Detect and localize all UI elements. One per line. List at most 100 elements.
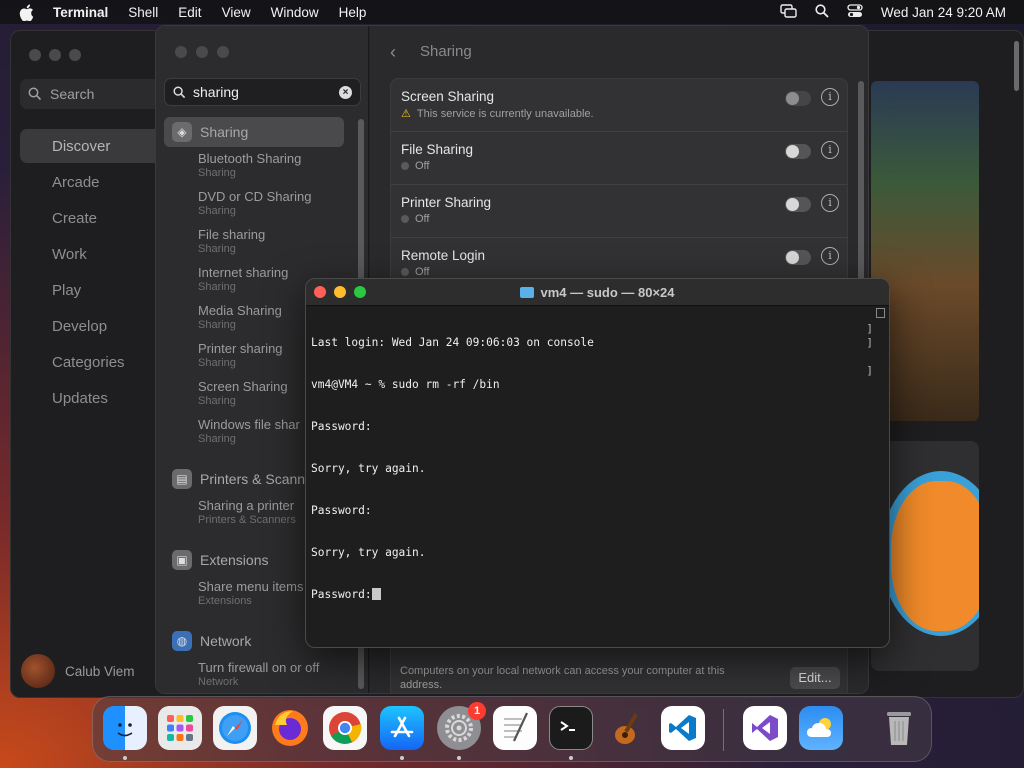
terminal-line: Password: xyxy=(311,504,372,517)
row-printer-sharing: Printer Sharing Off i xyxy=(391,185,847,238)
result-subtitle: Extensions xyxy=(198,595,252,607)
trash-icon[interactable] xyxy=(877,706,921,750)
back-chevron-icon[interactable]: ‹ xyxy=(390,42,396,63)
scrollbar-button[interactable] xyxy=(876,308,885,318)
terminal-line: Password: xyxy=(311,420,372,433)
visualstudio-icon[interactable] xyxy=(743,706,787,750)
screen-mirroring-icon[interactable] xyxy=(780,3,797,21)
nav-updates[interactable]: Updates xyxy=(20,381,165,415)
running-indicator xyxy=(123,756,127,760)
search-result-screen-sharing[interactable]: Screen Sharing Sharing xyxy=(198,379,288,408)
search-icon xyxy=(173,85,186,98)
minimize-window-button[interactable] xyxy=(196,46,208,58)
close-window-button[interactable] xyxy=(29,49,41,61)
result-title: Windows file shar xyxy=(198,417,300,432)
sidebar-item-network[interactable]: ◍ Network xyxy=(172,631,251,651)
nav-develop[interactable]: Develop xyxy=(20,309,165,343)
terminal-output[interactable]: Last login: Wed Jan 24 09:06:03 on conso… xyxy=(311,308,869,630)
search-result-printer-sharing[interactable]: Printer sharing Sharing xyxy=(198,341,283,370)
search-result-share-menu[interactable]: Share menu items Extensions xyxy=(198,579,304,608)
sidebar-item-label: Sharing xyxy=(200,124,249,140)
terminal-icon[interactable] xyxy=(549,706,593,750)
edit-hostname-button[interactable]: Edit... xyxy=(790,667,840,689)
terminal-window[interactable]: vm4 — sudo — 80×24 Last login: Wed Jan 2… xyxy=(305,278,890,648)
file-sharing-info-icon[interactable]: i xyxy=(821,141,839,159)
result-title: Sharing a printer xyxy=(198,498,295,513)
sidebar-item-label: Printers & Scanne xyxy=(200,471,313,487)
result-title: Share menu items xyxy=(198,579,304,594)
settings-gear-icon[interactable]: 1 xyxy=(437,702,486,750)
nav-create[interactable]: Create xyxy=(20,201,165,235)
search-result-media-sharing[interactable]: Media Sharing Sharing xyxy=(198,303,282,332)
printer-sharing-info-icon[interactable]: i xyxy=(821,194,839,212)
sharing-icon: ◈ xyxy=(172,122,192,142)
menu-help[interactable]: Help xyxy=(339,5,367,20)
menu-edit[interactable]: Edit xyxy=(178,5,201,20)
control-center-icon[interactable] xyxy=(847,3,863,21)
sidebar-item-printers-scanners[interactable]: ▤ Printers & Scanne xyxy=(172,469,313,489)
screen-sharing-info-icon[interactable]: i xyxy=(821,88,839,106)
vscode-icon[interactable] xyxy=(661,706,705,750)
nav-play[interactable]: Play xyxy=(20,273,165,307)
dock-separator xyxy=(723,709,724,751)
search-result-windows-file-sharing[interactable]: Windows file shar Sharing xyxy=(198,417,300,446)
row-screen-sharing: Screen Sharing ⚠ This service is current… xyxy=(391,79,847,132)
sidebar-item-extensions[interactable]: ▣ Extensions xyxy=(172,550,268,570)
weather-icon[interactable] xyxy=(799,706,843,750)
nav-arcade[interactable]: Arcade xyxy=(20,165,165,199)
nav-work[interactable]: Work xyxy=(20,237,165,271)
menu-app-name[interactable]: Terminal xyxy=(53,5,108,20)
clear-search-icon[interactable]: × xyxy=(339,86,352,99)
close-window-button[interactable] xyxy=(175,46,187,58)
result-subtitle: Sharing xyxy=(198,167,236,179)
safari-icon[interactable] xyxy=(213,706,257,750)
remote-login-info-icon[interactable]: i xyxy=(821,247,839,265)
scrollbar[interactable] xyxy=(1014,41,1019,91)
sidebar-item-sharing[interactable]: ◈ Sharing xyxy=(172,122,248,142)
file-sharing-toggle[interactable] xyxy=(785,144,811,159)
menu-window[interactable]: Window xyxy=(271,5,319,20)
service-name: Screen Sharing xyxy=(401,89,495,104)
sidebar-item-label: Network xyxy=(200,633,252,649)
settings-search-input[interactable]: sharing × xyxy=(164,78,361,106)
garageband-icon[interactable] xyxy=(605,706,649,750)
finder-icon[interactable] xyxy=(103,706,147,750)
firefox-icon[interactable] xyxy=(268,706,312,750)
terminal-titlebar[interactable]: vm4 — sudo — 80×24 xyxy=(306,279,889,306)
app-store-search-field[interactable]: Search xyxy=(20,79,170,109)
apple-menu-icon[interactable] xyxy=(19,3,37,21)
menu-view[interactable]: View xyxy=(222,5,251,20)
minimize-window-button[interactable] xyxy=(49,49,61,61)
terminal-scrollbar[interactable] xyxy=(875,308,887,646)
screen-sharing-toggle[interactable] xyxy=(785,91,811,106)
printer-sharing-toggle[interactable] xyxy=(785,197,811,212)
nav-discover[interactable]: Discover xyxy=(20,129,165,163)
zoom-window-button[interactable] xyxy=(69,49,81,61)
result-title: Screen Sharing xyxy=(198,379,288,394)
status-dot xyxy=(401,268,409,276)
zoom-window-button[interactable] xyxy=(217,46,229,58)
remote-login-toggle[interactable] xyxy=(785,250,811,265)
menu-shell[interactable]: Shell xyxy=(128,5,158,20)
launchpad-icon[interactable] xyxy=(158,706,202,750)
appstore-icon[interactable] xyxy=(380,706,424,750)
search-result-sharing-printer[interactable]: Sharing a printer Printers & Scanners xyxy=(198,498,296,527)
search-result-internet-sharing[interactable]: Internet sharing Sharing xyxy=(198,265,288,294)
service-name: Remote Login xyxy=(401,248,486,263)
nav-categories[interactable]: Categories xyxy=(20,345,165,379)
menu-clock[interactable]: Wed Jan 24 9:20 AM xyxy=(881,5,1006,20)
account-button[interactable]: Calub Viem xyxy=(21,654,135,688)
chrome-icon[interactable] xyxy=(323,706,367,750)
result-title: DVD or CD Sharing xyxy=(198,189,312,204)
search-result-firewall[interactable]: Turn firewall on or off Network xyxy=(198,660,319,689)
network-globe-icon: ◍ xyxy=(172,631,192,651)
search-result-dvd-sharing[interactable]: DVD or CD Sharing Sharing xyxy=(198,189,311,218)
warning-icon: ⚠ xyxy=(401,108,411,120)
spotlight-search-icon[interactable] xyxy=(815,3,829,21)
detail-scrollbar[interactable] xyxy=(858,81,864,281)
search-result-file-sharing[interactable]: File sharing Sharing xyxy=(198,227,265,256)
terminal-prompt-line: Password: xyxy=(311,588,372,601)
search-result-bluetooth-sharing[interactable]: Bluetooth Sharing Sharing xyxy=(198,151,301,180)
result-subtitle: Sharing xyxy=(198,357,236,369)
textedit-icon[interactable] xyxy=(493,706,537,750)
